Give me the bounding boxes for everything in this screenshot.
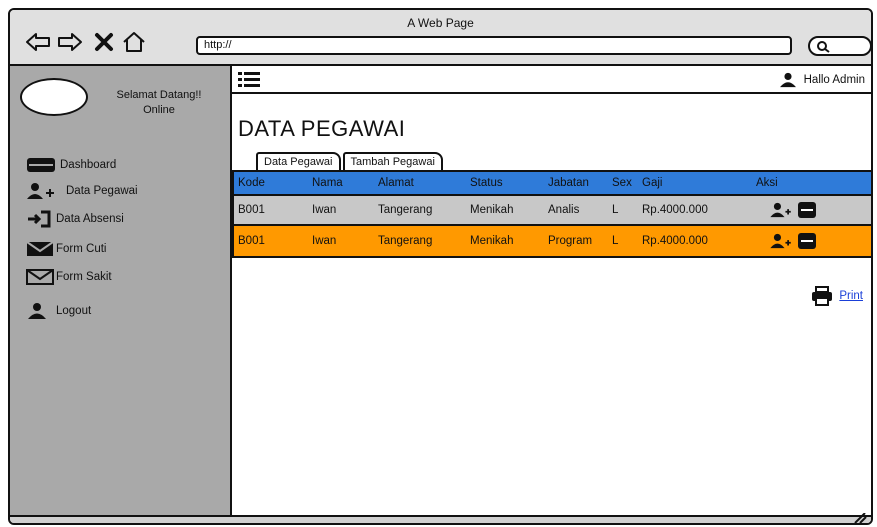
print-action[interactable]: Print [811, 286, 863, 306]
printer-icon [812, 286, 833, 306]
greeting-text: Hallo Admin [803, 74, 865, 86]
print-link[interactable]: Print [839, 290, 863, 302]
sign-in-icon [26, 209, 56, 229]
remove-icon[interactable] [796, 232, 818, 250]
dashboard-icon [26, 155, 60, 175]
column-header: Sex [612, 177, 632, 189]
envelope-outline-icon [26, 267, 56, 287]
column-header: Alamat [378, 177, 414, 189]
cell-nama: Iwan [312, 235, 337, 247]
sidebar-item-label: Logout [56, 305, 92, 317]
cell-status: Menikah [470, 204, 514, 216]
main-content: Hallo Admin DATA PEGAWAI Data Pegawai Ta… [232, 66, 871, 523]
home-icon[interactable] [120, 30, 148, 54]
status-bar [10, 513, 871, 523]
resize-handle-icon[interactable] [851, 513, 867, 523]
remove-icon[interactable] [796, 201, 818, 219]
sidebar-item-dashboard[interactable]: Dashboard [26, 154, 116, 176]
sidebar: Selamat Datang!! Online Dashboard Data P… [10, 66, 232, 523]
employee-table: Kode Nama Alamat Status Jabatan Sex Gaji… [232, 170, 871, 258]
forward-icon[interactable] [56, 30, 84, 54]
back-icon[interactable] [24, 30, 52, 54]
avatar [20, 78, 88, 116]
search-field[interactable] [808, 36, 871, 56]
title-bar: A Web Page http:// [10, 10, 871, 66]
user-icon [779, 72, 796, 88]
cell-nama: Iwan [312, 204, 337, 216]
tab-tambah-pegawai[interactable]: Tambah Pegawai [342, 152, 443, 170]
cell-jabatan: Analis [548, 204, 580, 216]
tab-bar: Data Pegawai Tambah Pegawai [256, 152, 445, 172]
cell-jabatan: Program [548, 235, 593, 247]
column-header: Aksi [756, 177, 778, 189]
sidebar-item-data-pegawai[interactable]: Data Pegawai [26, 180, 138, 202]
page-title: DATA PEGAWAI [238, 116, 406, 141]
tab-data-pegawai[interactable]: Data Pegawai [256, 152, 341, 170]
cell-aksi [762, 201, 857, 219]
cell-aksi [762, 232, 857, 250]
search-icon [817, 41, 830, 53]
sidebar-item-label: Dashboard [60, 159, 117, 171]
hamburger-menu-icon[interactable] [238, 71, 260, 89]
sidebar-item-form-cuti[interactable]: Form Cuti [26, 238, 106, 260]
cell-alamat: Tangerang [378, 235, 433, 247]
url-bar[interactable]: http:// [196, 36, 792, 55]
table-header-row: Kode Nama Alamat Status Jabatan Sex Gaji… [234, 172, 871, 196]
column-header: Status [470, 177, 503, 189]
cell-gaji: Rp.4000.000 [642, 204, 708, 216]
user-icon [26, 301, 56, 321]
welcome-text: Selamat Datang!! Online [94, 88, 224, 118]
welcome-message: Selamat Datang!! [116, 89, 202, 101]
envelope-filled-icon [26, 239, 56, 259]
cell-gaji: Rp.4000.000 [642, 235, 708, 247]
sidebar-item-label: Data Pegawai [66, 185, 138, 197]
add-user-icon [26, 181, 60, 201]
cell-kode: B001 [238, 235, 265, 247]
cell-sex: L [612, 204, 619, 216]
admin-greeting[interactable]: Hallo Admin [778, 72, 865, 88]
sidebar-item-label: Form Cuti [56, 243, 107, 255]
online-status: Online [143, 104, 175, 116]
window-title: A Web Page [407, 16, 474, 30]
column-header: Kode [238, 177, 265, 189]
cell-alamat: Tangerang [378, 204, 433, 216]
close-icon[interactable] [90, 30, 118, 54]
column-header: Nama [312, 177, 343, 189]
sidebar-item-form-sakit[interactable]: Form Sakit [26, 266, 112, 288]
sidebar-item-label: Data Absensi [56, 213, 124, 225]
cell-status: Menikah [470, 235, 514, 247]
column-header: Jabatan [548, 177, 589, 189]
add-user-icon[interactable] [770, 232, 792, 250]
cell-kode: B001 [238, 204, 265, 216]
table-row: B001 Iwan Tangerang Menikah Analis L Rp.… [234, 196, 871, 226]
add-user-icon[interactable] [770, 201, 792, 219]
sidebar-item-logout[interactable]: Logout [26, 300, 91, 322]
top-bar: Hallo Admin [232, 66, 871, 94]
browser-window: A Web Page http:// Selamat Datang!! Onli… [8, 8, 873, 525]
table-row: B001 Iwan Tangerang Menikah Program L Rp… [234, 226, 871, 256]
column-header: Gaji [642, 177, 663, 189]
sidebar-item-label: Form Sakit [56, 271, 112, 283]
sidebar-item-data-absensi[interactable]: Data Absensi [26, 208, 124, 230]
cell-sex: L [612, 235, 619, 247]
